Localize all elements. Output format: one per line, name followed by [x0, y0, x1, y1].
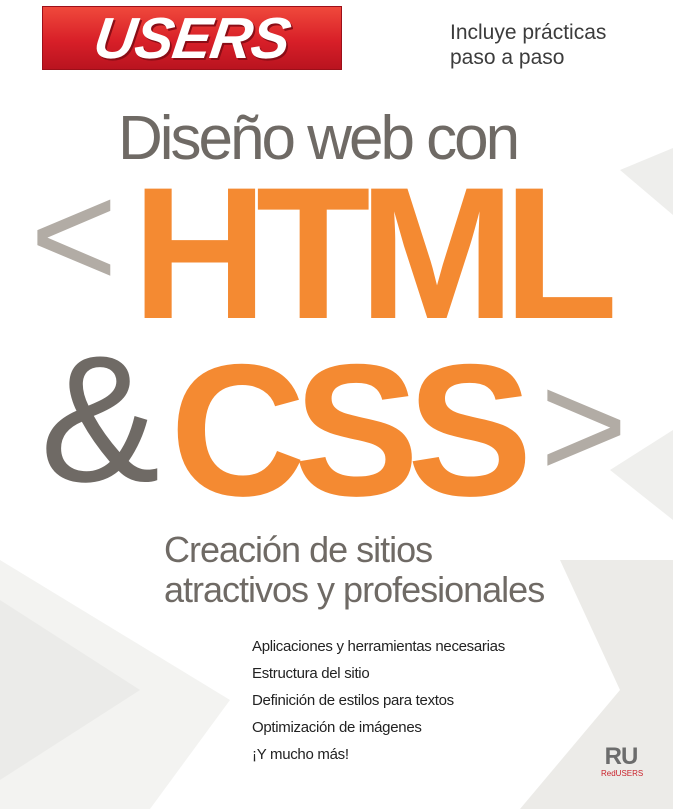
title-html: HTML	[132, 148, 618, 358]
users-logo-text: USERS	[90, 5, 294, 71]
feature-list: Aplicaciones y herramientas necesarias E…	[252, 633, 505, 768]
feature-item: Aplicaciones y herramientas necesarias	[252, 638, 505, 655]
title-css: CSS	[170, 325, 533, 535]
feature-item: ¡Y mucho más!	[252, 746, 349, 763]
users-logo: USERS	[42, 6, 342, 71]
tagline-line-2: paso a paso	[450, 46, 565, 69]
feature-item: Definición de estilos para textos	[252, 692, 454, 709]
feature-item: Estructura del sitio	[252, 665, 370, 682]
open-bracket-glyph: <	[30, 151, 118, 319]
tagline: Incluye prácticas paso a paso	[450, 20, 660, 70]
headline: Creación de sitios atractivos y profesio…	[164, 530, 604, 610]
headline-line-1: Creación de sitios	[164, 529, 433, 570]
title-ampersand: &	[40, 319, 161, 520]
close-bracket-glyph: >	[540, 341, 628, 509]
book-cover: USERS Incluye prácticas paso a paso Dise…	[0, 0, 673, 809]
feature-item: Optimización de imágenes	[252, 719, 422, 736]
bg-chevron-right-top	[620, 148, 673, 215]
redusers-logo-mark: RU	[604, 743, 639, 770]
tagline-line-1: Incluye prácticas	[450, 21, 607, 44]
redusers-logo: RU RedUSERS	[601, 743, 644, 789]
headline-line-2: atractivos y profesionales	[164, 569, 545, 610]
redusers-logo-sub: RedUSERS	[601, 769, 644, 778]
